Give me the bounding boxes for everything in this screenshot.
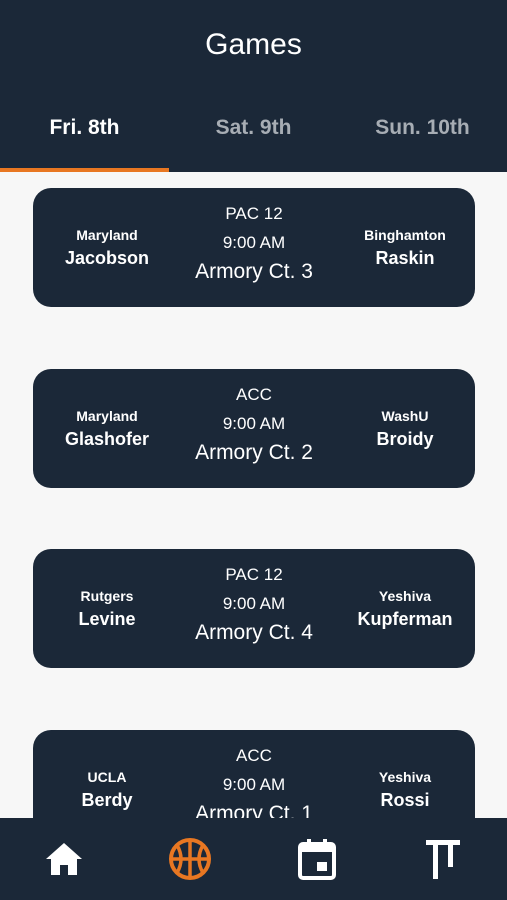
game-card[interactable]: UCLA Berdy ACC 9:00 AM Armory Ct. 1 Yesh… [33,730,475,818]
away-team: Yeshiva Kupferman [335,549,475,668]
bracket-icon [426,840,460,879]
tab-sun-10th[interactable]: Sun. 10th [338,104,507,172]
page-title: Games [205,28,302,61]
player-name: Rossi [380,789,430,810]
school-name: Yeshiva [378,587,432,604]
nav-bracket-button[interactable] [393,818,493,900]
tab-label: Fri. 8th [49,116,120,139]
tab-label: Sun. 10th [375,116,470,139]
school-name: Yeshiva [378,768,432,785]
nav-schedule-button[interactable] [267,818,367,900]
game-card[interactable]: Maryland Glashofer ACC 9:00 AM Armory Ct… [33,369,475,488]
bottom-nav [0,818,507,900]
app-header: Games Fri. 8th Sat. 9th Sun. 10th [0,0,507,172]
tab-sat-9th[interactable]: Sat. 9th [169,104,338,172]
player-name: Raskin [375,247,435,268]
game-card[interactable]: Maryland Jacobson PAC 12 9:00 AM Armory … [33,188,475,307]
home-icon [46,843,82,875]
nav-games-button[interactable] [140,818,240,900]
basketball-icon [169,838,211,880]
away-team: WashU Broidy [335,369,475,488]
school-name: Binghamton [364,226,446,243]
calendar-icon [298,839,336,880]
tab-label: Sat. 9th [215,116,292,139]
away-team: Binghamton Raskin [335,188,475,307]
games-list[interactable]: Maryland Jacobson PAC 12 9:00 AM Armory … [0,172,507,818]
player-name: Broidy [376,428,434,449]
away-team: Yeshiva Rossi [335,730,475,818]
game-card[interactable]: Rutgers Levine PAC 12 9:00 AM Armory Ct.… [33,549,475,668]
school-name: WashU [381,407,429,424]
day-tabs: Fri. 8th Sat. 9th Sun. 10th [0,104,507,172]
nav-home-button[interactable] [14,818,114,900]
tab-fri-8th[interactable]: Fri. 8th [0,104,169,172]
player-name: Kupferman [357,608,453,629]
